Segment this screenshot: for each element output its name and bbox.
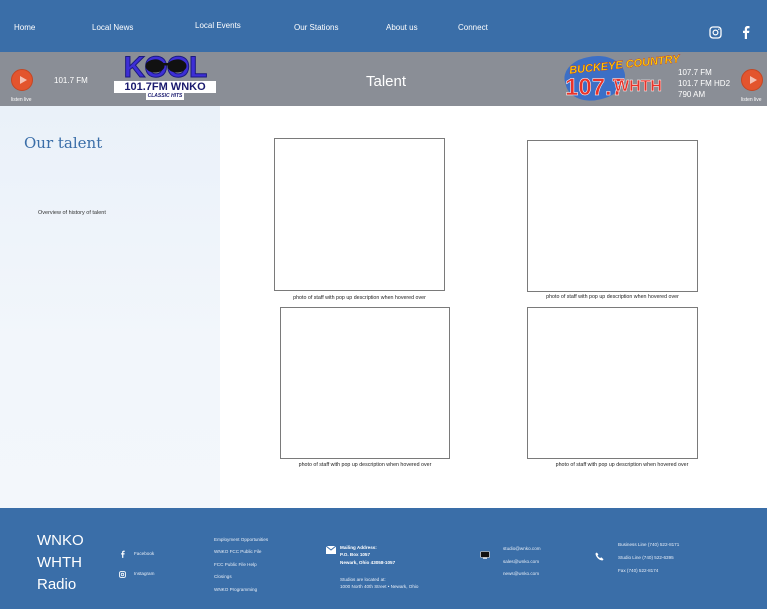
nav-local-events[interactable]: Local Events: [195, 21, 241, 30]
right-frequency-1: 107.7 FM: [678, 68, 712, 77]
phone-fax[interactable]: Fax (740) 522-8174: [618, 568, 658, 574]
staff-photo-caption-3: photo of staff with pop up description w…: [298, 462, 432, 468]
right-frequency-2: 101.7 FM HD2: [678, 79, 731, 88]
play-icon: [749, 76, 757, 84]
staff-photo-caption-2: photo of staff with pop up description w…: [546, 294, 679, 300]
email-studio[interactable]: studio@wnko.com: [503, 546, 541, 552]
top-nav: Home Local News Local Events Our Station…: [0, 0, 767, 52]
sidebar-text: Overview of history of talent: [38, 210, 106, 216]
listen-live-button-right[interactable]: [741, 69, 763, 91]
footer-link-programming[interactable]: WNKO Programming: [214, 587, 257, 593]
staff-photo-caption-1: photo of staff with pop up description w…: [293, 295, 426, 301]
footer-link-employment[interactable]: Employment Opportunities: [214, 537, 268, 543]
footer-instagram-link[interactable]: Instagram: [134, 571, 154, 577]
staff-photo-3[interactable]: [280, 307, 450, 459]
facebook-icon[interactable]: [738, 25, 752, 39]
email-news[interactable]: news@wnko.com: [503, 571, 539, 577]
staff-photo-2[interactable]: [527, 140, 698, 292]
mailing-line-2: Newark, Ohio 43058-1057: [340, 560, 396, 565]
buckeye-country-logo[interactable]: BUCKEYE COUNTRY 107.7 WHTH: [560, 48, 680, 108]
studio-located-address: 1000 North 40th Street • Newark, Ohio: [340, 584, 419, 589]
nav-home[interactable]: Home: [14, 23, 35, 32]
instagram-icon[interactable]: [118, 570, 126, 578]
footer-link-closings[interactable]: Closings: [214, 574, 232, 580]
footer-link-fcc-public-file[interactable]: WNKO FCC Public File: [214, 549, 261, 555]
footer-brand-radio: Radio: [37, 576, 77, 593]
phone-business[interactable]: Business Line (740) 522-8171: [618, 542, 679, 548]
staff-photo-1[interactable]: [274, 138, 445, 291]
listen-live-label-right: listen live: [741, 97, 762, 103]
footer-link-fcc-help[interactable]: FCC Public File Help: [214, 562, 257, 568]
staff-photo-4[interactable]: [527, 307, 698, 459]
nav-connect[interactable]: Connect: [458, 23, 488, 32]
listen-live-button-left[interactable]: [11, 69, 33, 91]
left-frequency: 101.7 FM: [54, 76, 88, 85]
phone-studio[interactable]: Studio Line (740) 522-6395: [618, 555, 674, 561]
nav-about-us[interactable]: About us: [386, 23, 418, 32]
listen-live-label-left: listen live: [11, 97, 32, 103]
sidebar-title: Our talent: [24, 134, 103, 152]
instagram-icon[interactable]: [708, 25, 722, 39]
page-title: Talent: [365, 73, 407, 90]
play-icon: [19, 76, 27, 84]
footer-brand-wnko: WNKO: [37, 532, 84, 549]
email-icon: [480, 551, 490, 559]
facebook-icon[interactable]: [118, 550, 126, 558]
phone-icon: [594, 551, 604, 561]
email-sales[interactable]: sales@wnko.com: [503, 559, 539, 565]
kool-logo-sub: 101.7FM WNKO: [114, 81, 216, 93]
footer-facebook-link[interactable]: Facebook: [134, 551, 154, 557]
sunglasses-icon: [145, 59, 187, 73]
envelope-icon: [326, 546, 336, 554]
staff-photo-caption-4: photo of staff with pop up description w…: [555, 462, 689, 468]
buckeye-logo-call: WHTH: [614, 78, 662, 95]
studio-located-label: Studios are located at:: [340, 577, 386, 582]
kool-logo-tag: CLASSIC HITS: [146, 93, 184, 100]
nav-local-news[interactable]: Local News: [92, 23, 133, 32]
mailing-heading: Mailing Address:: [340, 545, 377, 550]
footer-brand-whth: WHTH: [37, 554, 82, 571]
kool-logo[interactable]: KOOL 101.7FM WNKO CLASSIC HITS: [113, 52, 217, 101]
mailing-line-1: P.O. Box 1057: [340, 552, 371, 557]
sidebar: [0, 106, 220, 508]
nav-our-stations[interactable]: Our Stations: [294, 23, 338, 32]
right-frequency-3: 790 AM: [678, 90, 706, 99]
